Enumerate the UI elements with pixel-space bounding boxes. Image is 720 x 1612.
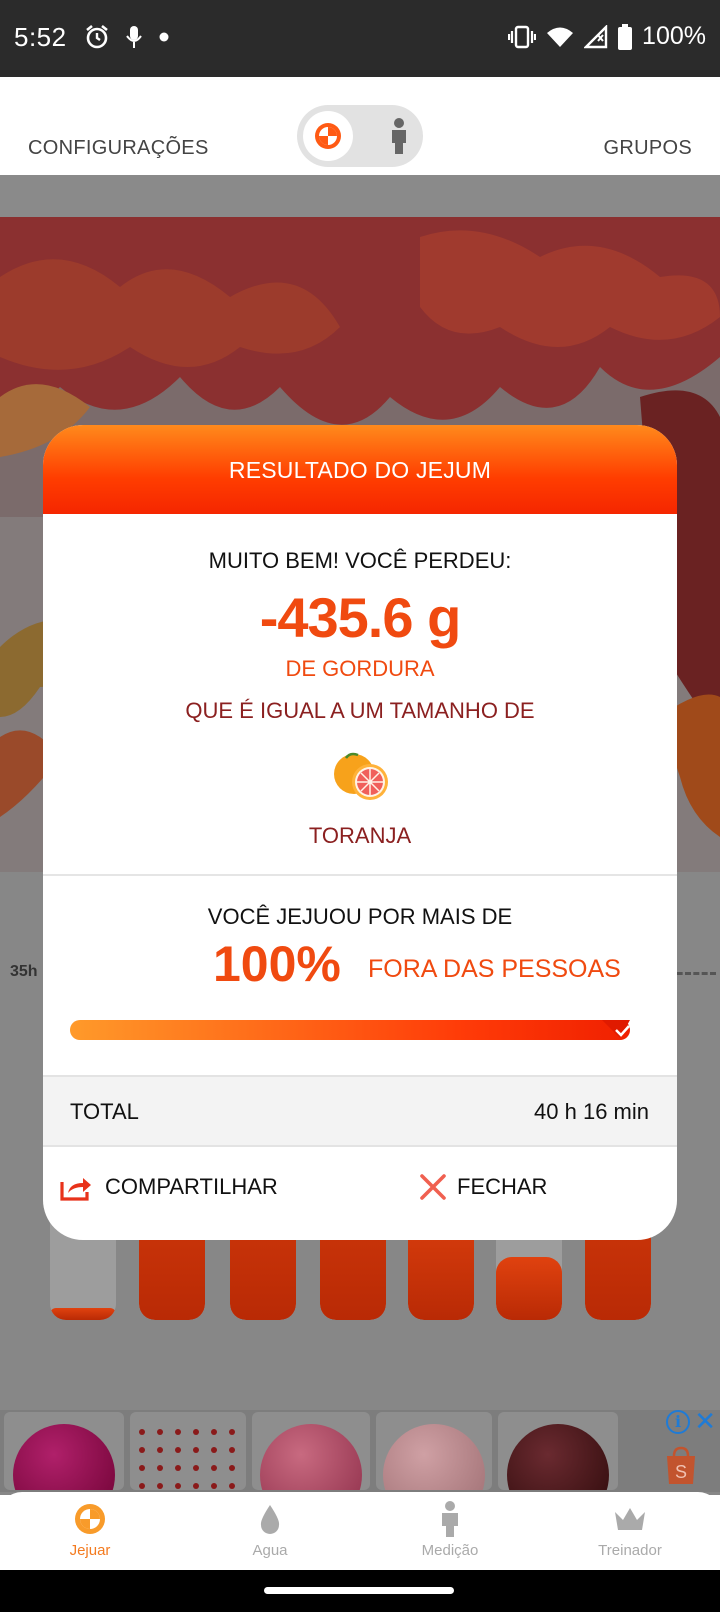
- dialog-header: RESULTADO DO JEJUM: [43, 425, 677, 514]
- fruit-name: TORANJA: [308, 823, 412, 848]
- close-label: FECHAR: [457, 1174, 548, 1199]
- ad-close-icon[interactable]: ✕: [694, 1406, 716, 1437]
- alarm-icon: [86, 24, 108, 49]
- divider: [43, 874, 677, 876]
- body-icon: [442, 1501, 458, 1537]
- percent-value: 100%: [213, 936, 341, 992]
- app-header: CONFIGURAÇÕES GRUPOS: [0, 77, 720, 175]
- body-icon: [392, 118, 406, 154]
- battery-percent: 100%: [642, 22, 706, 50]
- total-label: TOTAL: [70, 1099, 139, 1124]
- svg-text:S: S: [675, 1462, 687, 1482]
- share-icon: [60, 1178, 91, 1201]
- equal-size-label: QUE É IGUAL A UM TAMANHO DE: [185, 698, 535, 723]
- system-gesture-bar: [0, 1570, 720, 1612]
- total-row: TOTAL 40 h 16 min: [43, 1075, 677, 1147]
- lost-label: MUITO BEM! VOCÊ PERDEU:: [208, 548, 512, 573]
- nav-item-agua[interactable]: Agua: [200, 1500, 340, 1559]
- close-button[interactable]: FECHAR: [419, 1159, 547, 1215]
- close-icon: [420, 1174, 446, 1200]
- dark-red-ball: [507, 1424, 609, 1490]
- ad-tile[interactable]: [252, 1412, 370, 1490]
- ad-tile[interactable]: [130, 1412, 246, 1490]
- signal-icon: [584, 24, 608, 48]
- home-gesture-handle[interactable]: [264, 1587, 454, 1594]
- progress-bar: [70, 1020, 630, 1040]
- wifi-icon: [547, 27, 574, 47]
- crown-icon: [615, 1508, 645, 1530]
- settings-link[interactable]: CONFIGURAÇÕES: [28, 137, 209, 160]
- ad-tile[interactable]: [498, 1412, 618, 1490]
- fasted-label: VOCÊ JEJUOU POR MAIS DE: [207, 904, 513, 929]
- nav-label: Agua: [252, 1542, 288, 1559]
- shopee-icon[interactable]: S: [664, 1446, 698, 1486]
- battery-icon: [618, 23, 633, 50]
- nav-item-treinador[interactable]: Treinador: [560, 1500, 700, 1559]
- lost-unit: DE GORDURA: [285, 656, 435, 681]
- toggle-fast-option[interactable]: [303, 111, 353, 161]
- status-bar: 5:52 100%: [0, 0, 720, 77]
- microphone-icon: [126, 26, 142, 48]
- fast-icon: [75, 1504, 105, 1534]
- status-time: 5:52: [14, 22, 67, 52]
- fast-result-dialog: RESULTADO DO JEJUM MUITO BEM! VOCÊ PERDE…: [43, 425, 677, 1240]
- magenta-ball: [13, 1424, 115, 1490]
- progress-marker-icon: [602, 1020, 630, 1038]
- fast-icon: [315, 123, 341, 149]
- nav-label: Treinador: [598, 1542, 662, 1559]
- nav-item-medicao[interactable]: Medição: [380, 1500, 520, 1559]
- pink-ball: [260, 1424, 362, 1490]
- dot-icon: [159, 32, 169, 42]
- share-button[interactable]: COMPARTILHAR: [59, 1159, 278, 1215]
- groups-link[interactable]: GRUPOS: [604, 137, 692, 160]
- status-right: 100%: [508, 22, 706, 51]
- percent-text: FORA DAS PESSOAS: [368, 955, 621, 983]
- chart-bar-fill: [496, 1257, 562, 1320]
- grapefruit-icon: [334, 752, 388, 800]
- share-label: COMPARTILHAR: [105, 1174, 278, 1199]
- chart-bar-fill: [50, 1308, 116, 1320]
- ad-tile[interactable]: [376, 1412, 492, 1490]
- toggle-body-option[interactable]: [389, 117, 409, 160]
- nav-label: Jejuar: [69, 1542, 111, 1559]
- ad-banner[interactable]: i ✕ S: [0, 1406, 720, 1492]
- nav-label: Medição: [421, 1542, 479, 1559]
- nav-item-jejuar[interactable]: Jejuar: [20, 1500, 160, 1559]
- ad-tile[interactable]: [4, 1412, 124, 1490]
- bottom-navigation: Jejuar Agua Medição Treinador: [0, 1492, 720, 1570]
- mode-toggle[interactable]: [297, 105, 423, 167]
- cherries-pattern: [139, 1429, 235, 1489]
- dialog-title: RESULTADO DO JEJUM: [228, 457, 492, 483]
- chart-axis-label: 35h: [10, 963, 38, 980]
- total-value: 40 h 16 min: [534, 1099, 649, 1124]
- ad-info-icon[interactable]: i: [666, 1410, 690, 1434]
- vibrate-icon: [508, 25, 537, 48]
- light-pink-ball: [383, 1424, 485, 1490]
- lost-value: -435.6 g: [259, 586, 462, 649]
- status-left-icons: [84, 24, 170, 50]
- drop-icon: [260, 1505, 280, 1534]
- progress-fill: [70, 1020, 630, 1040]
